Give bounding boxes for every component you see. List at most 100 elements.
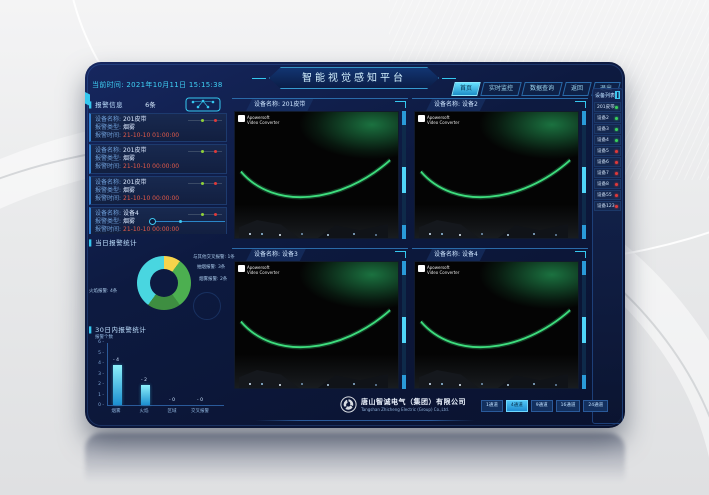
device-list: 201皮带 设备2 设备3 设备4 设备5 设备6 设备7 设备8 设备55 设… (593, 101, 622, 213)
video-name-value: 设备2 (462, 101, 478, 108)
device-name: 设备3 (597, 126, 609, 132)
device-list-item[interactable]: 设备3 (594, 124, 621, 134)
company-name-en: Tangshan Zhicheng Electric (Group) Co.,L… (361, 407, 466, 412)
device-list-panel: 设备列表 201皮带 设备2 设备3 设备4 设备5 设备6 设备7 设备8 设… (592, 88, 623, 424)
status-dot (615, 128, 618, 131)
status-dot (615, 205, 618, 208)
device-list-item[interactable]: 设备6 (594, 157, 621, 167)
alarm-level-indicator (188, 214, 222, 215)
video-header: 设备名称: 设备4 (412, 248, 588, 262)
device-list-item[interactable]: 设备123 (594, 201, 621, 211)
alarm-title: 报警信息 (89, 99, 123, 109)
y-axis-ticks: 6 -5 -4 -3 -2 -1 -0 - (91, 340, 104, 408)
alarm-list-item[interactable]: 设备名称:201皮带 报警类型:烟雾 报警时间:21-10-10 00:00:0… (89, 144, 227, 173)
dashboard-panel: 当前时间: 2021年10月11日 15:15:38 智能视觉感知平台 首页 实… (85, 62, 625, 428)
video-name-label: 设备名称: (434, 101, 460, 108)
donut-label: 火焰报警: 4条 (89, 288, 117, 294)
alarm-list-item[interactable]: 设备名称:201皮带 报警类型:烟雾 报警时间:21-10-10 00:00:0… (89, 176, 227, 205)
alarm-list-item[interactable]: 设备名称:201皮带 报警类型:烟雾 报警时间:21-10-10 01:00:0… (89, 113, 227, 142)
watermark-line2: Video Converter (247, 270, 279, 275)
device-list-item[interactable]: 201皮带 (594, 102, 621, 112)
scrollbar-thumb[interactable] (402, 167, 406, 193)
device-list-item[interactable]: 设备8 (594, 179, 621, 189)
machinery-silhouette (235, 354, 398, 388)
device-name: 设备4 (597, 137, 609, 143)
topology-icon[interactable] (185, 97, 221, 112)
nav-button-query[interactable]: 数据查询 (521, 82, 563, 96)
daily-stats-chart: 与其他交叉报警: 1条 抽烟报警: 3条 烟雾报警: 2条 火焰报警: 4条 (89, 248, 229, 320)
device-list-item[interactable]: 设备55 (594, 190, 621, 200)
daily-stats-title: 当日报警统计 (89, 237, 137, 247)
alarm-type-label: 报警类型: (95, 187, 121, 195)
device-name-label: 设备名称: (95, 179, 121, 187)
device-list-header: 设备列表 (593, 89, 622, 101)
bar-category: 交叉报警 (187, 408, 213, 414)
alarm-type-label: 报警类型: (95, 218, 121, 226)
video-feed[interactable]: ApowersoftVideo Converter (234, 111, 399, 239)
alarm-time-label: 报警时间: (95, 163, 121, 171)
watermark-icon (418, 265, 425, 272)
video-name-value: 设备3 (282, 251, 298, 258)
video-panel-4: 设备名称: 设备4 ApowersoftVideo Converter (412, 248, 588, 394)
video-feed[interactable]: ApowersoftVideo Converter (414, 261, 579, 389)
alarm-time-value: 21-10-10 00:00:00 (123, 163, 179, 171)
bar-category: 烟雾 (103, 408, 129, 414)
video-panel-1: 设备名称: 201皮带 ApowersoftVideo Converter (232, 98, 408, 244)
channel-button-24[interactable]: 24通道 (583, 400, 608, 412)
alarm-time-label: 报警时间: (95, 195, 121, 203)
status-dot (615, 172, 618, 175)
donut-label: 烟雾报警: 2条 (199, 276, 227, 282)
status-dot (615, 150, 618, 153)
company-branding: 唐山智诚电气（集团）有限公司 Tangshan Zhicheng Electri… (340, 396, 466, 413)
y-tick: 3 - (98, 372, 104, 377)
video-name-value: 设备4 (462, 251, 478, 258)
left-sidebar: 报警信息 6条 设备名称:201皮带 报警类型:烟雾 报警时间:21-10-10… (89, 96, 229, 424)
channel-button-4[interactable]: 4通道 (506, 400, 528, 412)
watermark: ApowersoftVideo Converter (418, 115, 459, 125)
video-scrollbar[interactable] (402, 261, 406, 389)
y-tick: 5 - (98, 351, 104, 356)
status-dot (615, 194, 618, 197)
current-time: 当前时间: 2021年10月11日 15:15:38 (92, 80, 223, 90)
bar-category: 火焰 (131, 408, 157, 414)
video-header: 设备名称: 设备3 (232, 248, 408, 262)
scrollbar-thumb[interactable] (402, 317, 406, 343)
video-feed[interactable]: ApowersoftVideo Converter (414, 111, 579, 239)
nav-button-back[interactable]: 返回 (562, 82, 592, 96)
screen: 当前时间: 2021年10月11日 15:15:38 智能视觉感知平台 首页 实… (0, 0, 709, 495)
nav-button-label: 返回 (571, 83, 583, 95)
device-list-item[interactable]: 设备2 (594, 113, 621, 123)
scrollbar-thumb[interactable] (582, 167, 586, 193)
nav-button-live[interactable]: 实时监控 (480, 82, 522, 96)
device-list-item[interactable]: 设备4 (594, 135, 621, 145)
channel-button-9[interactable]: 9通道 (531, 400, 553, 412)
video-scrollbar[interactable] (582, 261, 586, 389)
small-lights (429, 383, 431, 385)
video-scrollbar[interactable] (402, 111, 406, 239)
plot-area (107, 343, 224, 406)
machinery-silhouette (235, 204, 398, 238)
video-feed[interactable]: ApowersoftVideo Converter (234, 261, 399, 389)
y-tick: 1 - (98, 393, 104, 398)
scrollbar-thumb[interactable] (582, 317, 586, 343)
device-name-value: 201皮带 (123, 179, 146, 187)
watermark-icon (418, 115, 425, 122)
video-panel-2: 设备名称: 设备2 ApowersoftVideo Converter (412, 98, 588, 244)
device-list-filter-icon[interactable] (615, 91, 620, 99)
device-list-item[interactable]: 设备7 (594, 168, 621, 178)
alarm-type-value: 烟雾 (123, 155, 135, 163)
watermark-icon (238, 265, 245, 272)
video-scrollbar[interactable] (582, 111, 586, 239)
bar-value: - 4 (103, 358, 129, 363)
channel-button-16[interactable]: 16通道 (556, 400, 581, 412)
y-tick: 6 - (98, 340, 104, 345)
donut-label: 抽烟报警: 3条 (197, 264, 225, 270)
video-name-label: 设备名称: (254, 251, 280, 258)
nav-button-home[interactable]: 首页 (451, 82, 481, 96)
channel-button-1[interactable]: 1通道 (481, 400, 503, 412)
device-list-item[interactable]: 设备5 (594, 146, 621, 156)
small-lights (249, 383, 251, 385)
video-header: 设备名称: 设备2 (412, 98, 588, 112)
video-title: 设备名称: 设备3 (246, 249, 306, 261)
device-name: 设备123 (597, 203, 615, 209)
